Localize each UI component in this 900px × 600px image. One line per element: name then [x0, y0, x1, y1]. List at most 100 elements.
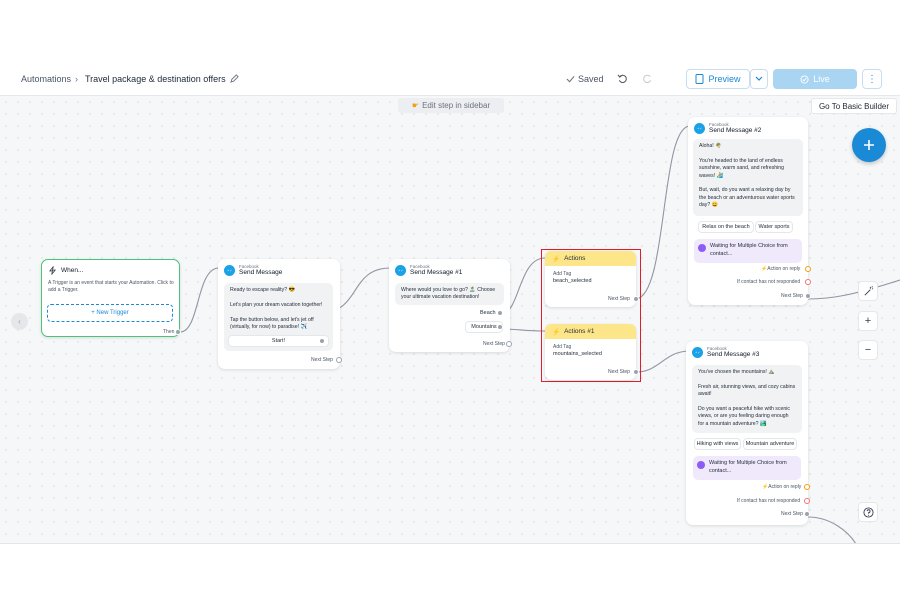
- no-response-connector[interactable]: [804, 498, 810, 504]
- next-step-connector[interactable]: [633, 369, 639, 375]
- add-tag-label: Add Tag: [553, 344, 572, 350]
- actions-title: Actions: [564, 255, 586, 262]
- then-connector[interactable]: [175, 329, 181, 335]
- zoom-in-icon[interactable]: +: [858, 311, 878, 331]
- live-label: Live: [813, 74, 830, 84]
- plus-icon: [864, 140, 874, 150]
- add-tag-label: Add Tag: [553, 271, 572, 277]
- lightning-icon: [48, 266, 57, 275]
- next-step-label: Next Step: [781, 293, 803, 299]
- tag-value: mountains_selected: [553, 351, 602, 357]
- on-reply-label: Action on reply: [768, 484, 802, 490]
- on-reply-connector[interactable]: [804, 484, 810, 490]
- beach-option[interactable]: Beach: [480, 310, 496, 316]
- edit-step-hint: ☛ Edit step in sidebar: [398, 98, 504, 113]
- send-message-1-node[interactable]: Facebook Send Message #1 Where would you…: [389, 259, 512, 352]
- waiting-icon: [697, 461, 705, 469]
- waiting-text: Waiting for Multiple Choice from contact…: [709, 460, 787, 474]
- waiting-choice: Waiting for Multiple Choice from contact…: [693, 456, 801, 480]
- breadcrumb-automations[interactable]: Automations: [21, 74, 71, 84]
- phone-icon: [695, 74, 704, 84]
- node-title: Send Message #3: [707, 351, 760, 358]
- new-trigger-button[interactable]: + New Trigger: [47, 304, 173, 322]
- saved-status: Saved: [578, 74, 604, 84]
- water-sports-option[interactable]: Water sports: [755, 221, 793, 233]
- hand-pointer-icon: ☛: [411, 101, 420, 110]
- mountain-adventure-option[interactable]: Mountain adventure: [743, 438, 797, 450]
- message-bubble: Where would you love to go? 🏝️ Choose yo…: [395, 283, 504, 305]
- lightning-icon: ⚡: [552, 328, 561, 336]
- collapse-left-icon[interactable]: ‹: [11, 313, 28, 330]
- magic-wand-icon[interactable]: [858, 281, 878, 301]
- send-message-2-node[interactable]: Facebook Send Message #2 Aloha! 🌴 You're…: [688, 117, 811, 305]
- no-response-label: If contact has not responded: [737, 498, 801, 504]
- trigger-title: When...: [61, 267, 84, 274]
- help-icon[interactable]: [858, 502, 878, 522]
- preview-dropdown-button[interactable]: [750, 69, 768, 89]
- next-step-connector[interactable]: [804, 511, 810, 517]
- lightning-icon: ⚡: [552, 255, 561, 263]
- next-step-label: Next Step: [608, 369, 630, 375]
- waiting-text: Waiting for Multiple Choice from contact…: [710, 243, 788, 257]
- flow-canvas[interactable]: ☛ Edit step in sidebar Go To Basic Build…: [0, 96, 900, 543]
- more-options-icon[interactable]: ⋮: [862, 69, 882, 89]
- tag-value: beach_selected: [553, 278, 592, 284]
- start-connector[interactable]: [319, 338, 325, 344]
- undo-icon[interactable]: [617, 73, 628, 84]
- next-step-label: Next Step: [781, 511, 803, 517]
- beach-connector[interactable]: [497, 310, 503, 316]
- top-toolbar: Automations › Travel package & destinati…: [0, 62, 900, 96]
- next-step-label: Next Step: [608, 296, 630, 302]
- hint-label: Edit step in sidebar: [422, 101, 491, 110]
- page-title[interactable]: Travel package & destination offers: [85, 74, 226, 84]
- preview-button[interactable]: Preview: [686, 69, 750, 89]
- action-on-reply: ⚡Action on reply: [762, 484, 801, 490]
- messenger-icon: [224, 264, 235, 276]
- chevron-right-icon: ›: [75, 74, 78, 84]
- no-response-connector[interactable]: [805, 279, 811, 285]
- next-step-connector[interactable]: [336, 357, 342, 363]
- go-live-button[interactable]: Live: [773, 69, 857, 89]
- trigger-node[interactable]: When... A Trigger is an event that start…: [41, 259, 181, 337]
- message-bubble: Aloha! 🌴 You're headed to the land of en…: [693, 139, 803, 216]
- edit-pencil-icon[interactable]: [230, 74, 239, 83]
- no-response-label: If contact has not responded: [737, 279, 801, 285]
- next-step-connector[interactable]: [805, 293, 811, 299]
- messenger-icon: [395, 264, 406, 276]
- automation-builder: Automations › Travel package & destinati…: [0, 62, 900, 544]
- messenger-icon: [692, 346, 703, 358]
- basic-builder-button[interactable]: Go To Basic Builder: [811, 98, 897, 114]
- trigger-description: A Trigger is an event that starts your A…: [48, 280, 174, 293]
- messenger-icon: [694, 122, 705, 134]
- then-label: Then: [163, 329, 175, 335]
- node-title: Send Message #1: [410, 269, 463, 276]
- on-reply-label: Action on reply: [767, 266, 801, 272]
- start-quick-reply[interactable]: Start!: [228, 335, 329, 347]
- next-step-label: Next Step: [483, 341, 505, 347]
- check-circle-icon: [800, 74, 809, 84]
- actions-1-node[interactable]: ⚡ Actions #1 Add Tag mountains_selected N…: [545, 324, 639, 380]
- next-step-label: Next Step: [311, 357, 333, 363]
- redo-icon[interactable]: [642, 73, 653, 84]
- actions-title: Actions #1: [564, 328, 595, 335]
- next-step-connector[interactable]: [633, 296, 639, 302]
- on-reply-connector[interactable]: [805, 266, 811, 272]
- relax-option[interactable]: Relax on the beach: [698, 221, 754, 233]
- mountains-connector[interactable]: [497, 324, 503, 330]
- action-on-reply: ⚡Action on reply: [761, 266, 800, 272]
- message-bubble: You've chosen the mountains! ⛰️ Fresh ai…: [692, 365, 802, 433]
- zoom-out-icon[interactable]: −: [858, 340, 878, 360]
- waiting-icon: [698, 244, 706, 252]
- add-step-button[interactable]: [852, 128, 886, 162]
- chevron-down-icon: [755, 76, 763, 81]
- send-message-3-node[interactable]: Facebook Send Message #3 You've chosen t…: [686, 341, 810, 525]
- node-title: Send Message: [239, 269, 283, 276]
- actions-node[interactable]: ⚡ Actions Add Tag beach_selected Next Ste…: [545, 251, 639, 307]
- preview-label: Preview: [708, 74, 741, 84]
- next-step-connector[interactable]: [506, 341, 512, 347]
- send-message-node[interactable]: Facebook Send Message Ready to escape re…: [218, 259, 342, 369]
- waiting-choice: Waiting for Multiple Choice from contact…: [694, 239, 802, 263]
- node-title: Send Message #2: [709, 127, 762, 134]
- hiking-option[interactable]: Hiking with views: [694, 438, 741, 450]
- check-icon: [566, 75, 575, 83]
